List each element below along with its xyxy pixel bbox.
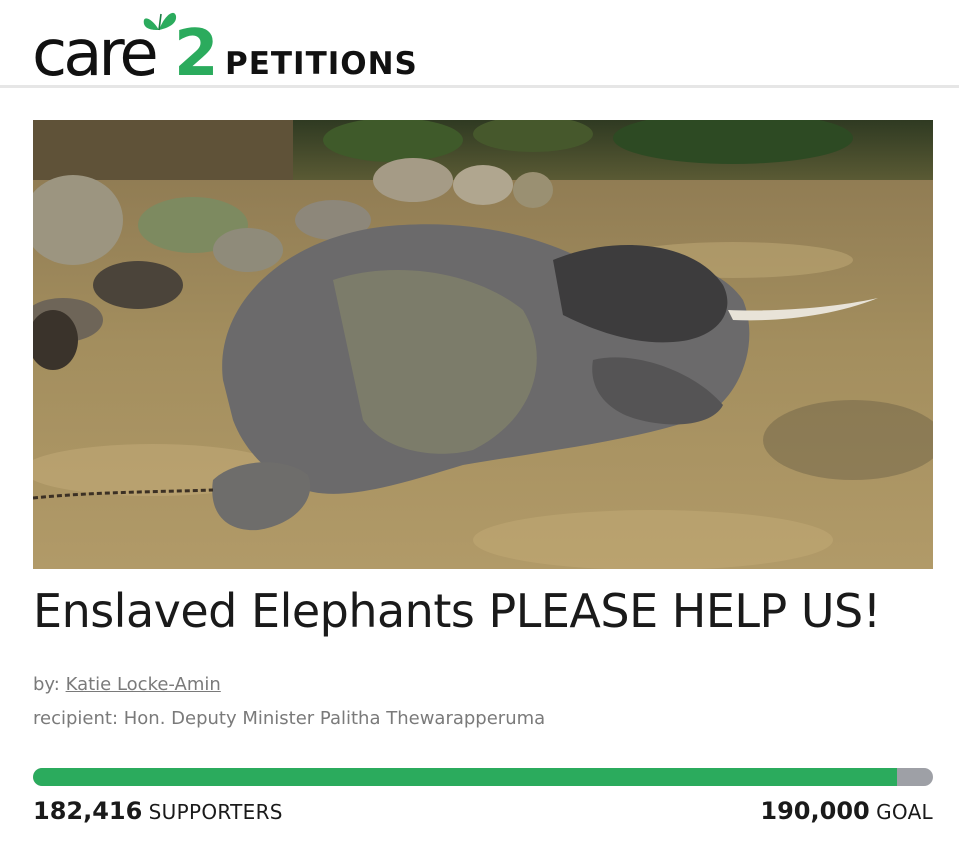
petition-recipient-line: recipient: Hon. Deputy Minister Palitha … xyxy=(33,707,545,731)
supporters-number: 182,416 xyxy=(33,797,143,825)
signature-progress-bar xyxy=(33,768,933,786)
goal-number: 190,000 xyxy=(760,797,870,825)
petition-author-line: by: Katie Locke-Amin xyxy=(33,673,221,697)
header-divider xyxy=(0,85,959,88)
petition-title: Enslaved Elephants PLEASE HELP US! xyxy=(33,584,881,638)
site-header: care 2 PETITIONS xyxy=(0,0,959,88)
section-title: PETITIONS xyxy=(225,46,418,82)
supporters-count: 182,416 SUPPORTERS xyxy=(33,796,283,827)
supporters-label: SUPPORTERS xyxy=(148,800,283,824)
butterfly-icon xyxy=(143,12,177,31)
by-label: by: xyxy=(33,674,60,695)
logo-wordmark: care xyxy=(32,17,159,91)
goal-label: GOAL xyxy=(876,800,933,824)
progress-fill xyxy=(33,768,897,786)
petition-hero-image xyxy=(33,120,933,569)
goal-count: 190,000 GOAL xyxy=(760,796,933,827)
elephant-photo-icon xyxy=(33,120,933,569)
author-link[interactable]: Katie Locke-Amin xyxy=(66,674,221,695)
recipient-label: recipient: xyxy=(33,708,119,729)
logo-number: 2 xyxy=(174,17,219,91)
recipient-name: Hon. Deputy Minister Palitha Thewarapper… xyxy=(123,708,546,729)
